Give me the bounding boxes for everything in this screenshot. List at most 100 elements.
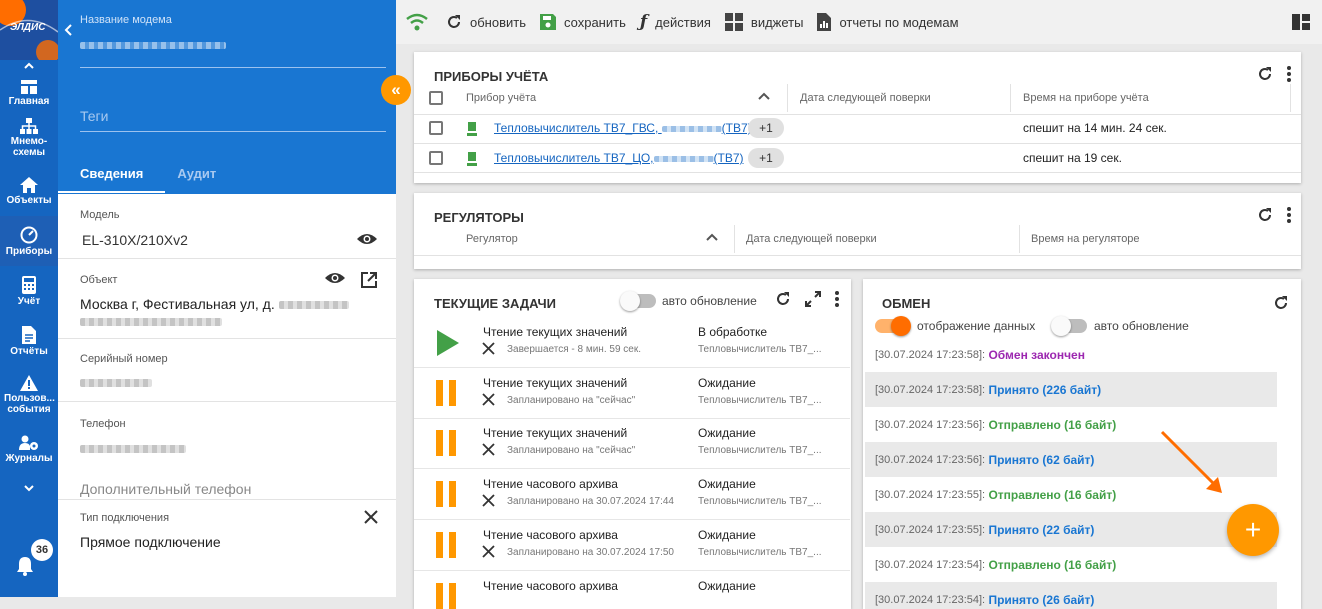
sitemap-icon	[20, 118, 38, 134]
cancel-task-icon[interactable]	[482, 494, 495, 507]
pause-icon[interactable]	[436, 532, 456, 558]
task-item[interactable]: Чтение текущих значений Запланировано на…	[414, 368, 850, 419]
phone-field: Телефон Дополнительный телефон	[58, 402, 396, 500]
task-item[interactable]: Чтение текущих значений Завершается - 8 …	[414, 317, 850, 368]
widgets-button[interactable]: виджеты	[724, 13, 803, 31]
nav-item-label: Главная	[8, 95, 50, 107]
meters-card: ПРИБОРЫ УЧЁТА Прибор учёта Дата следующе…	[414, 52, 1301, 183]
house-icon	[20, 176, 38, 193]
nav-item-journals[interactable]: Журналы	[0, 424, 58, 474]
device-icon	[467, 122, 477, 136]
expand-icon[interactable]	[805, 291, 821, 307]
eye-icon[interactable]	[356, 232, 378, 246]
close-icon[interactable]	[364, 510, 378, 524]
phone-value-redacted	[80, 445, 186, 453]
refresh-icon[interactable]	[775, 291, 791, 307]
nav-item-reports[interactable]: Отчёты	[0, 316, 58, 366]
sort-up-icon[interactable]	[758, 92, 770, 100]
nav-item-accounting[interactable]: Учёт	[0, 266, 58, 316]
column-header-regulator[interactable]: Регулятор	[466, 233, 518, 245]
nav-item-label: Объекты	[6, 194, 52, 206]
tags-input[interactable]: Теги	[80, 108, 108, 124]
wifi-signal-icon	[406, 13, 428, 31]
serial-value-redacted	[80, 379, 152, 387]
model-label: Модель	[80, 209, 120, 221]
task-item[interactable]: Чтение часового архива Запланировано на …	[414, 520, 850, 571]
nav-item-mnemo[interactable]: Мнемо-схемы	[0, 110, 58, 166]
tab-details[interactable]: Сведения	[57, 166, 166, 193]
tasks-card: ТЕКУЩИЕ ЗАДАЧИ авто обновление Чтение те…	[414, 279, 851, 609]
serial-field: Серийный номер	[58, 339, 396, 402]
model-field: Модель EL-310X/210Xv2	[58, 194, 396, 259]
sort-up-icon[interactable]	[706, 233, 718, 241]
eye-icon[interactable]	[324, 271, 346, 285]
collapse-panel-button[interactable]: «	[381, 75, 411, 105]
modem-name-value-redacted[interactable]	[80, 42, 226, 49]
more-vertical-icon[interactable]	[835, 291, 839, 307]
cancel-task-icon[interactable]	[482, 545, 495, 558]
task-item[interactable]: Чтение текущих значений Запланировано на…	[414, 418, 850, 469]
actions-button[interactable]: ƒ действия	[640, 12, 711, 32]
document-icon	[22, 325, 36, 344]
calculator-icon	[22, 275, 36, 294]
display-data-toggle[interactable]	[875, 316, 911, 336]
auto-update-toggle[interactable]	[620, 291, 656, 311]
refresh-icon[interactable]	[1273, 295, 1289, 311]
regulators-card: РЕГУЛЯТОРЫ Регулятор Дата следующей пове…	[414, 193, 1301, 269]
play-icon[interactable]	[437, 330, 459, 356]
more-vertical-icon[interactable]	[1287, 207, 1291, 223]
function-icon: ƒ	[639, 12, 648, 32]
exchange-auto-update-toggle[interactable]	[1051, 316, 1087, 336]
refresh-icon[interactable]	[1257, 207, 1273, 223]
warning-icon	[20, 375, 38, 391]
extra-phone-input[interactable]: Дополнительный телефон	[80, 481, 251, 497]
notification-badge: 36	[31, 539, 53, 561]
refresh-button[interactable]: обновить	[446, 14, 526, 30]
nav-item-label: Журналы	[5, 452, 53, 464]
refresh-icon[interactable]	[1257, 66, 1273, 82]
column-header-next-check[interactable]: Дата следующей поверки	[800, 92, 931, 104]
layout-icon[interactable]	[1292, 14, 1310, 30]
cancel-task-icon[interactable]	[482, 393, 495, 406]
pause-icon[interactable]	[436, 481, 456, 507]
task-item[interactable]: Чтение часового архива Ожидание	[414, 571, 850, 609]
chevron-left-icon[interactable]	[64, 24, 74, 36]
pause-icon[interactable]	[436, 430, 456, 456]
bell-icon[interactable]	[16, 556, 34, 576]
object-label: Объект	[80, 274, 118, 286]
add-button[interactable]: +	[1227, 504, 1279, 556]
column-header-meter[interactable]: Прибор учёта	[466, 92, 536, 104]
nav-scroll-up-icon[interactable]	[0, 60, 58, 76]
pause-icon[interactable]	[436, 583, 456, 609]
nav-item-devices[interactable]: Приборы	[0, 216, 58, 266]
column-header-next-check[interactable]: Дата следующей поверки	[746, 233, 877, 245]
app-logo[interactable]: ЭЛДИС	[0, 0, 58, 60]
nav-scroll-down-icon[interactable]	[0, 482, 58, 498]
nav-item-objects[interactable]: Объекты	[0, 166, 58, 216]
task-item[interactable]: Чтение часового архива Запланировано на …	[414, 469, 850, 520]
nav-item-user-events[interactable]: Пользов... события	[0, 366, 58, 424]
modem-reports-button[interactable]: отчеты по модемам	[817, 13, 959, 31]
row-checkbox[interactable]	[429, 151, 443, 165]
extra-count-chip[interactable]: +1	[748, 148, 784, 168]
row-checkbox[interactable]	[429, 121, 443, 135]
column-header-device-time[interactable]: Время на приборе учёта	[1023, 92, 1149, 104]
report-icon	[817, 13, 832, 31]
device-time-value: спешит на 14 мин. 24 сек.	[1023, 121, 1167, 135]
more-vertical-icon[interactable]	[1287, 66, 1291, 82]
log-entry: [30.07.2024 17:23:55]: Принято (22 байт)	[865, 512, 1277, 547]
pause-icon[interactable]	[436, 380, 456, 406]
gauge-icon	[20, 226, 38, 243]
extra-count-chip[interactable]: +1	[748, 118, 784, 138]
cancel-task-icon[interactable]	[482, 443, 495, 456]
column-header-regulator-time[interactable]: Время на регуляторе	[1031, 233, 1140, 245]
nav-item-home[interactable]: Главная	[0, 76, 58, 110]
select-all-checkbox[interactable]	[429, 91, 443, 105]
main-nav: ЭЛДИС Главная Мнемо-схемы Объекты Прибор…	[0, 0, 58, 597]
tab-audit[interactable]: Аудит	[177, 166, 216, 181]
open-external-icon[interactable]	[360, 271, 378, 289]
meter-link[interactable]: Тепловычислитель ТВ7_ГВС, (ТВ7)	[494, 121, 752, 135]
meter-link[interactable]: Тепловычислитель ТВ7_ЦО, (ТВ7)	[494, 151, 744, 165]
save-button[interactable]: сохранить	[539, 14, 626, 30]
cancel-task-icon[interactable]	[482, 342, 495, 355]
